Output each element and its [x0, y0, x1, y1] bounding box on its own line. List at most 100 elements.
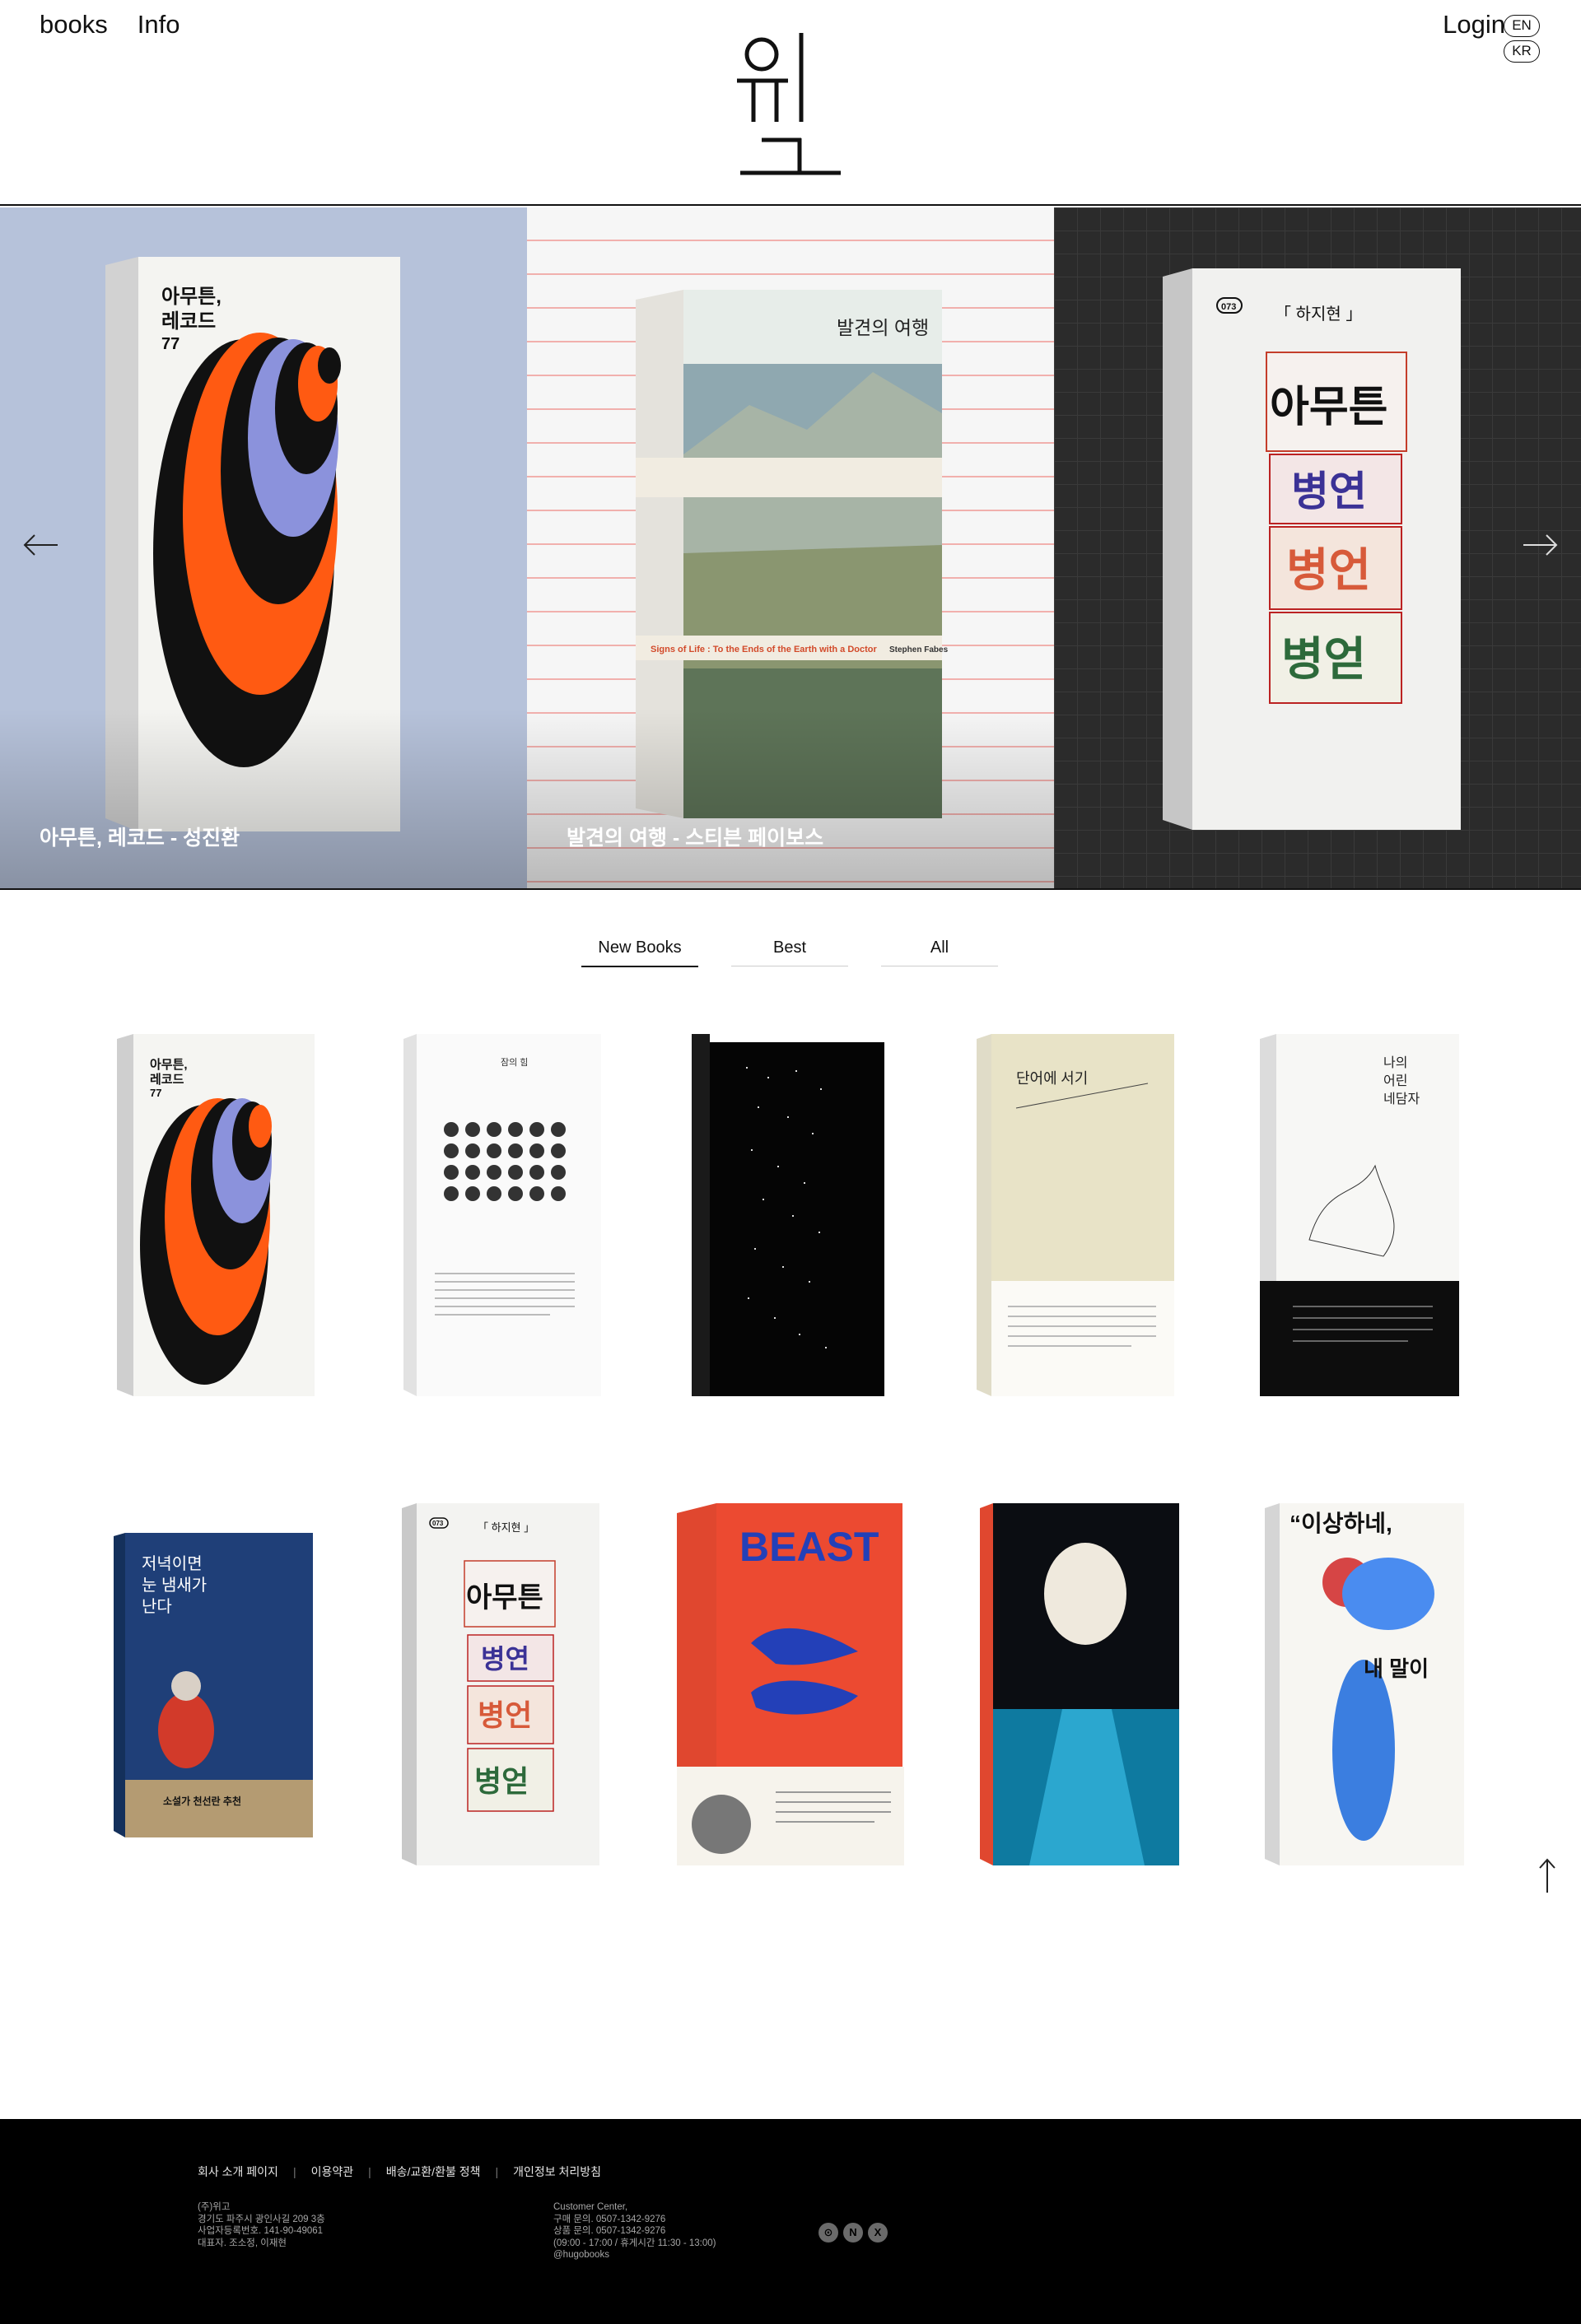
- book-title-line: 레코드: [150, 1073, 184, 1087]
- svg-text:눈 냄새가: 눈 냄새가: [142, 1576, 207, 1595]
- back-to-top-arrow-icon[interactable]: [1537, 1856, 1558, 1894]
- footer-link-terms[interactable]: 이용약관: [311, 2163, 354, 2180]
- book-cover: 저녁이면 눈 냄새가 난다 소설가 천선란 추천: [114, 1533, 313, 1837]
- site-header: books Info Login EN KR: [0, 0, 1581, 206]
- book-cover-amuteun-073: 073 「 하지현 」 아무튼 병연 병언 병얻: [1163, 268, 1461, 830]
- language-switch: EN KR: [1504, 15, 1540, 63]
- main-nav: books Info: [40, 10, 180, 40]
- book-cover: 아무튼, 레코드 77: [117, 1034, 315, 1396]
- svg-text:소설가 천선란 추천: 소설가 천선란 추천: [163, 1795, 241, 1807]
- hugo-logo[interactable]: [729, 33, 852, 181]
- book-title: 아무튼: [466, 1582, 543, 1614]
- book-cover: “이상하네, 내 말이: [1265, 1503, 1464, 1865]
- svg-text:073: 073: [1221, 302, 1236, 312]
- tab-best[interactable]: Best: [731, 938, 848, 966]
- company-name: (주)위고: [198, 2202, 231, 2212]
- svg-text:“이상하네,: “이상하네,: [1290, 1511, 1392, 1536]
- footer-link-company[interactable]: 회사 소개 페이지: [198, 2163, 278, 2180]
- book-title: BEAST: [739, 1524, 879, 1570]
- hero-caption[interactable]: 아무튼, 레코드 - 성진환: [40, 822, 240, 851]
- carousel-prev-arrow-icon[interactable]: [23, 533, 59, 557]
- book-author: 「 하지현 」: [478, 1521, 534, 1534]
- divider: |: [368, 2165, 371, 2178]
- book-cover: 잠의 힘: [403, 1034, 601, 1396]
- lang-kr[interactable]: KR: [1504, 40, 1540, 63]
- book-card[interactable]: 나의 어린 네담자: [1260, 1034, 1461, 1396]
- instagram-icon[interactable]: ⊙: [818, 2223, 838, 2242]
- svg-text:병얻: 병얻: [474, 1764, 529, 1798]
- svg-text:Signs of Life : To the Ends of: Signs of Life : To the Ends of the Earth…: [651, 645, 878, 654]
- svg-text:「 하지현 」: 「 하지현 」: [1275, 305, 1362, 324]
- book-card[interactable]: 잠의 힘: [402, 1034, 603, 1396]
- book-cover: 073 「 하지현 」 아무튼 병연 병언 병얻: [402, 1503, 599, 1865]
- company-info: (주)위고 경기도 파주시 광인사길 209 3층 사업자등록번호. 141-9…: [198, 2201, 325, 2249]
- customer-center: Customer Center, 구매 문의. 0507-1342-9276 상…: [553, 2201, 716, 2261]
- svg-text:병언: 병언: [1286, 544, 1371, 596]
- book-card[interactable]: 아무튼, 레코드 77: [115, 1034, 316, 1396]
- lang-en[interactable]: EN: [1504, 15, 1540, 37]
- caption-shade: [527, 709, 1054, 888]
- book-cover: [980, 1503, 1179, 1865]
- svg-text:병얻: 병얻: [1281, 633, 1366, 685]
- svg-text:병언: 병언: [478, 1698, 532, 1732]
- book-cover: [692, 1034, 884, 1396]
- company-ceo: 대표자. 조소정, 이재현: [198, 2238, 287, 2248]
- book-card[interactable]: [688, 1034, 889, 1396]
- site-footer: 회사 소개 페이지 | 이용약관 | 배송/교환/환불 정책 | 개인정보 처리…: [0, 2119, 1581, 2324]
- svg-text:77: 77: [161, 335, 180, 353]
- hero-slide-discovery-journey[interactable]: 발견의 여행 Signs of Life : To the Ends of th…: [527, 207, 1054, 888]
- social-handle: @hugobooks: [553, 2250, 609, 2260]
- company-address: 경기도 파주시 광인사길 209 3층: [198, 2214, 325, 2224]
- footer-link-shipping[interactable]: 배송/교환/환불 정책: [386, 2163, 481, 2180]
- tab-new-books[interactable]: New Books: [581, 938, 698, 967]
- tab-all[interactable]: All: [881, 938, 998, 966]
- login-link[interactable]: Login: [1443, 10, 1505, 40]
- book-card[interactable]: 073 「 하지현 」 아무튼 병연 병언 병얻: [402, 1503, 603, 1865]
- hero-carousel: 아무튼, 레코드 77 아무튼, 레코드 - 성진환 발견의 여행 Signs …: [0, 207, 1581, 890]
- book-cover: BEAST: [677, 1503, 904, 1865]
- book-title: 단어에 서기: [1016, 1070, 1088, 1087]
- book-card[interactable]: 단어에 서기: [975, 1034, 1176, 1396]
- book-title: 잠의 힘: [501, 1057, 528, 1068]
- svg-text:병연: 병연: [1291, 468, 1367, 515]
- svg-text:발견의 여행: 발견의 여행: [837, 317, 929, 338]
- nav-info[interactable]: Info: [138, 10, 180, 40]
- divider: |: [292, 2165, 296, 2178]
- nav-books[interactable]: books: [40, 10, 108, 40]
- footer-links: 회사 소개 페이지 | 이용약관 | 배송/교환/환불 정책 | 개인정보 처리…: [198, 2163, 601, 2180]
- customer-center-title: Customer Center,: [553, 2202, 628, 2212]
- svg-text:병연: 병연: [481, 1644, 529, 1674]
- book-tabs: New Books Best All: [0, 938, 1581, 971]
- svg-text:네담자: 네담자: [1383, 1092, 1420, 1106]
- svg-text:아무튼: 아무튼: [1270, 384, 1388, 431]
- book-card[interactable]: “이상하네, 내 말이: [1265, 1503, 1466, 1865]
- book-number: 77: [150, 1087, 161, 1099]
- book-number: 073: [432, 1520, 444, 1527]
- divider: |: [495, 2165, 499, 2178]
- footer-link-privacy[interactable]: 개인정보 처리방침: [513, 2163, 601, 2180]
- hero-slide-amuteun-record[interactable]: 아무튼, 레코드 77 아무튼, 레코드 - 성진환: [0, 207, 527, 888]
- svg-text:Stephen Fabes: Stephen Fabes: [889, 645, 949, 654]
- caption-shade: [0, 709, 527, 888]
- hero-caption[interactable]: 발견의 여행 - 스티븐 페이보스: [567, 822, 823, 851]
- x-icon[interactable]: X: [868, 2223, 888, 2242]
- purchase-phone: 구매 문의. 0507-1342-9276: [553, 2214, 666, 2224]
- product-phone: 상품 문의. 0507-1342-9276: [553, 2226, 666, 2236]
- social-links: ⊙ N X: [818, 2223, 888, 2242]
- svg-text:어린: 어린: [1383, 1074, 1407, 1088]
- book-cover: 단어에 서기: [977, 1034, 1174, 1396]
- svg-text:내 말이: 내 말이: [1364, 1656, 1429, 1681]
- book-card[interactable]: BEAST: [677, 1503, 904, 1865]
- hero-slide-amuteun-073[interactable]: 073 「 하지현 」 아무튼 병연 병언 병얻: [1054, 207, 1581, 888]
- book-card[interactable]: 저녁이면 눈 냄새가 난다 소설가 천선란 추천: [114, 1533, 315, 1837]
- naver-icon[interactable]: N: [843, 2223, 863, 2242]
- svg-text:레코드: 레코드: [161, 310, 216, 333]
- book-card[interactable]: [980, 1503, 1181, 1865]
- book-title-line: 아무튼,: [150, 1058, 188, 1072]
- company-registration: 사업자등록번호. 141-90-49061: [198, 2226, 324, 2236]
- business-hours: (09:00 - 17:00 / 휴게시간 11:30 - 13:00): [553, 2238, 716, 2248]
- svg-text:나의: 나의: [1383, 1055, 1407, 1070]
- svg-text:난다: 난다: [142, 1597, 172, 1616]
- carousel-next-arrow-icon[interactable]: [1522, 533, 1558, 557]
- book-cover: 나의 어린 네담자: [1260, 1034, 1459, 1396]
